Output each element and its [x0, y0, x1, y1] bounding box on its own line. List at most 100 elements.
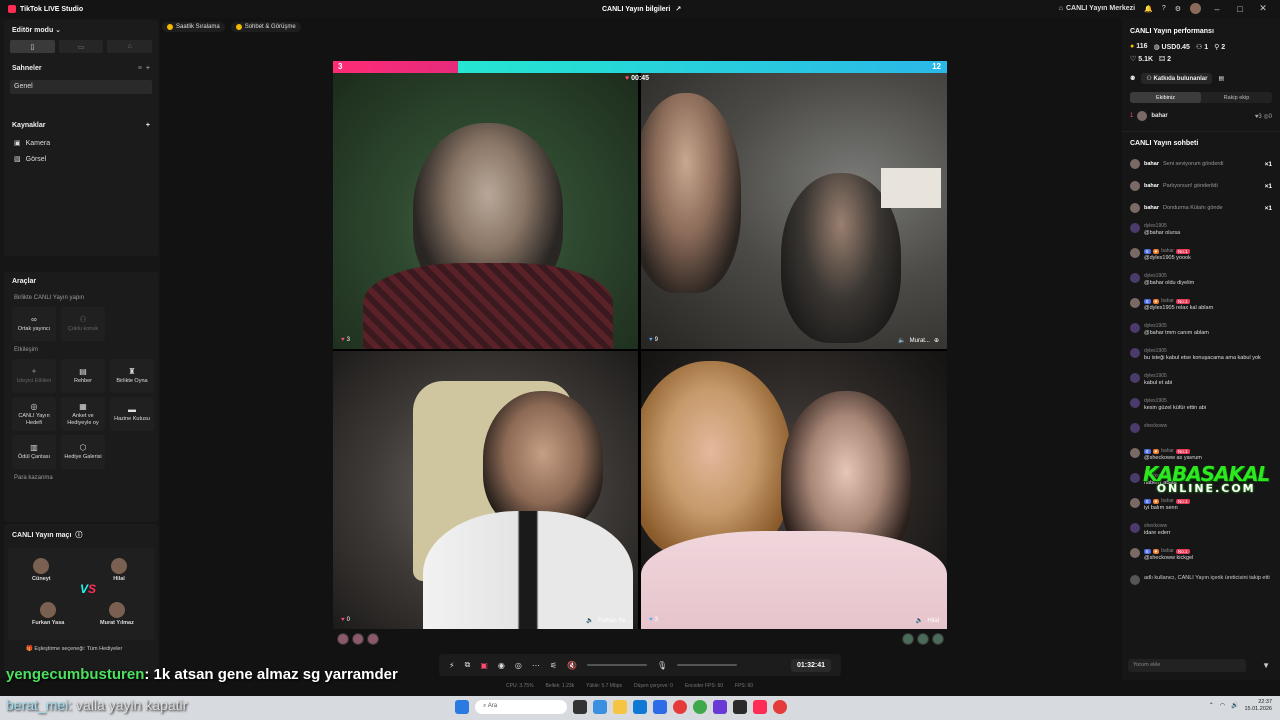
more-icon[interactable]: ⋯ — [532, 661, 540, 670]
chrome-icon[interactable] — [693, 700, 707, 714]
guide-tool[interactable]: ▤ Rehber — [61, 359, 105, 393]
chat-message[interactable]: dyles1905 @bahar oldu diyelim — [1122, 271, 1280, 296]
live-center-button[interactable]: ⌂ CANLI Yayın Merkezi — [1059, 5, 1135, 12]
camera-toggle-icon[interactable]: ◎ — [515, 661, 522, 670]
info-icon[interactable]: ⓘ — [75, 530, 82, 540]
effects-icon[interactable]: ⚡ — [449, 661, 455, 670]
volume-icon[interactable]: 🔊 — [1231, 702, 1238, 709]
reward-bag-tool[interactable]: ▥ Ödül Çantası — [12, 435, 56, 469]
settings-sliders-icon[interactable]: ⚟ — [550, 661, 557, 670]
widgets-icon[interactable] — [593, 700, 607, 714]
top-chips: Saatlik Sıralama Sohbet & Görüşme — [162, 22, 301, 32]
treasure-box-tool[interactable]: ▬ Hazine Kutusu — [110, 397, 154, 431]
avatar[interactable] — [352, 633, 364, 645]
source-image[interactable]: ▧ Görsel — [4, 151, 158, 167]
chat-message[interactable]: dyles1905 bu isteği kabul etse konuşacama… — [1122, 346, 1280, 371]
avatar[interactable] — [902, 633, 914, 645]
recorder-icon[interactable] — [773, 700, 787, 714]
tiktok-icon[interactable] — [753, 700, 767, 714]
chat-message[interactable]: dyles1905 kabul et abi — [1122, 371, 1280, 396]
viewer-effects-tool[interactable]: ✦ İzleyici Etkileri — [12, 359, 56, 393]
video-tile[interactable]: ♥ 9 🔈 Murat... ⊕ — [641, 73, 947, 349]
tab-your-team[interactable]: Ekibiniz — [1130, 92, 1201, 103]
lock-mode-icon[interactable]: ⌂ — [107, 40, 153, 53]
live-info-button[interactable]: CANLI Yayın bilgileri ↗ — [602, 5, 681, 14]
source-camera[interactable]: ▣ Kamera — [4, 135, 158, 151]
minimize-icon[interactable]: – — [1210, 4, 1224, 14]
gear-icon[interactable]: ⚙ — [1175, 5, 1181, 13]
store-icon[interactable] — [653, 700, 667, 714]
taskbar-search[interactable]: ⌕ Ara — [475, 700, 567, 714]
close-icon[interactable]: ✕ — [1256, 3, 1270, 14]
contributors-button[interactable]: ⚇ Katkıda bulunanlar — [1141, 73, 1213, 84]
speaker-mute-icon[interactable]: 🔇 — [567, 661, 577, 670]
plus-icon[interactable]: ⊕ — [934, 337, 939, 344]
chat-message[interactable]: 6 ♥ bahar No.1 iyi balım senn — [1122, 496, 1280, 521]
chat-meet-chip[interactable]: Sohbet & Görüşme — [230, 22, 301, 32]
terminal-icon[interactable] — [733, 700, 747, 714]
chat-message[interactable]: 6 ♥ bahar No.1 @dyles1905 relax kal ablam — [1122, 296, 1280, 321]
video-tile[interactable]: ♥ 3 🔈 Hilal — [641, 351, 947, 629]
record-icon[interactable]: ◉ — [498, 661, 505, 670]
chat-message[interactable]: dyles1905 kesin güzel küfür ettin abi — [1122, 396, 1280, 421]
clock[interactable]: 22:37 15.01.2026 — [1244, 699, 1272, 712]
volume-slider[interactable] — [587, 664, 648, 666]
multi-guest-tool[interactable]: ⚇ Çoklu konuk — [61, 307, 105, 341]
hourly-ranking-chip[interactable]: Saatlik Sıralama — [162, 22, 225, 32]
tab-rival-team[interactable]: Rakip ekip — [1201, 92, 1272, 103]
chat-input[interactable]: Yorum ekle — [1128, 659, 1246, 672]
explorer-icon[interactable] — [613, 700, 627, 714]
bell-icon[interactable]: 🔔 — [1144, 5, 1153, 13]
avatar[interactable] — [367, 633, 379, 645]
editor-mode-dropdown[interactable]: Editör modu ⌄ — [4, 20, 158, 40]
screen-icon[interactable]: ▣ — [480, 661, 488, 670]
gift-list: bahar Seni seviyorum gönderdi ×1 bahar Parlı… — [1122, 153, 1280, 219]
portrait-mode-icon[interactable]: ▯ — [10, 40, 55, 53]
video-tile[interactable]: ♥ 0 🔈 Furkan Ya... — [333, 351, 638, 629]
add-source-icon[interactable]: + — [146, 122, 150, 129]
poll-tool[interactable]: ▦ Anket ve Hediyeyle oy — [61, 397, 105, 431]
live-goal-tool[interactable]: ◎ CANLI Yayın Hedefi — [12, 397, 56, 431]
maximize-icon[interactable]: □ — [1233, 4, 1247, 14]
list-icon[interactable]: ≡ — [138, 65, 142, 72]
rank-row[interactable]: 1 bahar ♥3 ◎0 — [1122, 107, 1280, 125]
avatar[interactable] — [337, 633, 349, 645]
landscape-mode-icon[interactable]: ▭ — [58, 40, 104, 53]
app-icon[interactable] — [713, 700, 727, 714]
edge-icon[interactable] — [633, 700, 647, 714]
windows-start-icon[interactable] — [455, 700, 469, 714]
avatar[interactable] — [917, 633, 929, 645]
opera-icon[interactable] — [673, 700, 687, 714]
score-bar: 3 12 — [333, 61, 947, 73]
chat-message[interactable]: 6 ♥ bahar No.1 @dyles1905 yoook — [1122, 246, 1280, 271]
chat-message[interactable]: dyles1905 @bahar tmm canım ablam — [1122, 321, 1280, 346]
chat-message[interactable]: dyles1905 @bahar olursa — [1122, 221, 1280, 246]
video-tile[interactable]: ♥ 3 — [333, 73, 638, 349]
layout-icon[interactable]: ⧉ — [465, 660, 471, 670]
wifi-icon[interactable]: ◠ — [1220, 702, 1225, 709]
microphone-icon[interactable]: 🎙 — [657, 661, 667, 670]
clock-time: 22:37 — [1258, 699, 1272, 705]
overlay-user: berat_mei — [6, 697, 69, 713]
chat-message[interactable]: sheckoww — [1122, 421, 1280, 446]
cohost-tool[interactable]: ∞ Ortak yayıncı — [12, 307, 56, 341]
gift-gallery-tool[interactable]: ⬡ Hediye Galerisi — [61, 435, 105, 469]
chat-message[interactable]: sheckoww idare ederr — [1122, 521, 1280, 546]
filter-icon[interactable]: ▼ — [1262, 661, 1270, 670]
chat-message[interactable]: 6 ♥ bahar No.1 @sheckoww kickgel — [1122, 546, 1280, 571]
match-card[interactable]: Cüneyt Hilal VS Furkan Yasa Murat Yılmaz — [8, 548, 154, 640]
avatar[interactable] — [1190, 3, 1201, 14]
chat-text: @bahar oldu diyelim — [1144, 280, 1195, 286]
stat-fps: FPS: 60 — [735, 683, 754, 689]
avatar[interactable] — [932, 633, 944, 645]
play-together-tool[interactable]: ♜ Birlikte Oyna — [110, 359, 154, 393]
list-icon[interactable]: ▤ — [1218, 75, 1224, 82]
task-view-icon[interactable] — [573, 700, 587, 714]
mic-slider[interactable] — [677, 664, 738, 666]
match-footer[interactable]: 🎁 Eşleştirme seçeneği: Tüm Hediyeler — [26, 646, 122, 652]
help-icon[interactable]: ? — [1162, 5, 1166, 12]
scene-item[interactable]: Genel — [10, 80, 152, 94]
add-scene-icon[interactable]: + — [146, 65, 150, 72]
chevron-up-icon[interactable]: ⌃ — [1209, 702, 1214, 709]
user-add-icon[interactable]: ⚉ — [1130, 75, 1135, 82]
